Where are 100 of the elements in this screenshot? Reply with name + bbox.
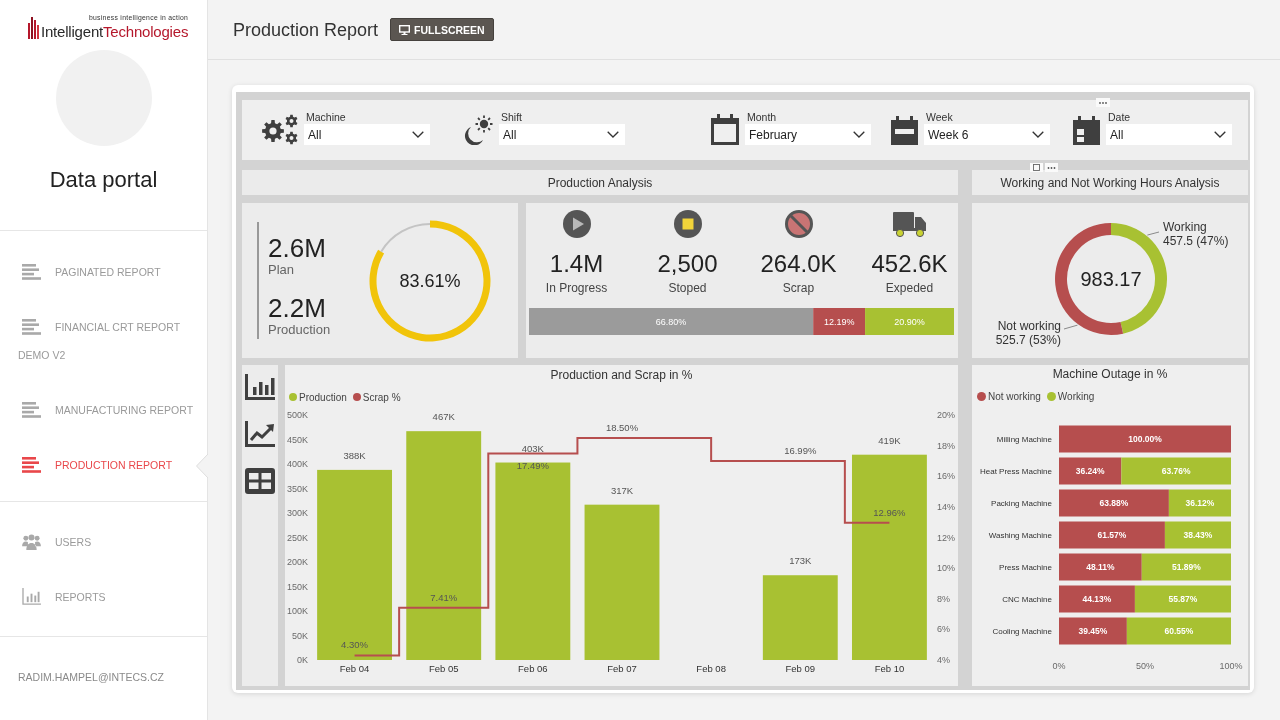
filter-dropdown[interactable]: All [304,124,430,145]
data-label: 100.00% [1128,434,1162,444]
calendar-icon [891,116,918,145]
logo-wordmark: IntelligentTechnologies [41,22,189,42]
status-label: Scrap [782,281,815,295]
category-label: Feb 08 [696,663,726,674]
axis-tick-label: 400K [286,459,308,469]
filter-dropdown[interactable]: All [1106,124,1232,145]
leader-line [1146,231,1160,236]
data-label: 20.90% [894,316,925,327]
portal-title: Data portal [49,167,158,193]
axis-tick-label: 50K [292,630,308,641]
axis-tick-label: 14% [937,501,955,512]
filter-dropdown[interactable]: February [745,124,871,145]
filter-label: Machine [305,111,346,124]
legend-label: Scrap % [362,391,401,403]
chevron-down-icon [607,131,619,138]
donut-value: 525.7 (53%) [995,333,1061,347]
legend-label: Not working [988,390,1041,402]
prohibited-icon [784,210,813,238]
data-label: 388K [343,449,366,461]
axis-tick-label: 350K [286,483,308,494]
truck-icon [892,210,927,238]
kpi-value: 2.6M [268,233,326,263]
axis-tick-label: 16% [937,471,955,482]
filter-dropdown[interactable]: Week 6 [924,124,1050,145]
category-label: Feb 04 [339,663,370,674]
donut-value: 457.5 (47%) [1163,234,1229,248]
filter-label: Shift [500,111,522,124]
calendar-icon [711,114,739,145]
user-email: RADIM.HAMPEL@INTECS.CZ [17,670,165,684]
axis-tick-label: 6% [937,624,950,635]
category-label: Cooling Machine [992,627,1052,636]
category-label: Milling Machine [996,435,1052,444]
axis-tick-label: 8% [937,593,950,604]
chart-title: Production and Scrap in % [550,367,693,384]
status-value: 264.0K [760,250,837,278]
calendar-icon [1073,116,1100,145]
category-label: Packing Machine [991,499,1052,508]
data-label: 63.88% [1099,498,1129,508]
category-label: Heat Press Machine [979,467,1052,476]
bar-chart-icon [22,588,41,606]
chevron-down-icon [1032,131,1044,138]
data-label: 48.11% [1086,562,1115,572]
category-label: CNC Machine [1002,595,1052,604]
status-label: Stoped [668,281,707,295]
axis-tick-label: 20% [937,410,955,420]
section-title: Production Analysis [547,175,653,190]
kpi-label: Production [268,323,331,337]
category-label: Feb 07 [607,663,637,674]
axis-tick-label: 450K [286,434,308,445]
status-value: 2,500 [657,250,718,278]
page-title: Production Report [233,18,379,41]
data-label: 173K [789,555,812,567]
data-label: 16.99% [784,445,817,457]
fullscreen-button[interactable]: FULLSCREEN [390,18,494,41]
data-label: 36.24% [1075,466,1105,476]
axis-tick-label: 12% [937,532,955,543]
line-chart-icon[interactable] [245,421,275,447]
logo-icon [28,17,39,39]
donut-label: Not working [997,319,1061,333]
axis-tick-label: 0% [1052,661,1066,671]
data-label: 403K [521,442,544,454]
data-label: 44.13% [1082,594,1112,604]
axis-tick-label: 500K [286,410,308,420]
data-label: 51.89% [1171,562,1201,572]
more-options-icon[interactable] [1045,163,1058,172]
axis-tick-label: 18% [937,440,955,451]
nav-item[interactable]: PRODUCTION REPORT [0,438,207,493]
legend-label: Production [299,391,347,403]
donut-label: Working [1163,220,1207,234]
filter-dropdown[interactable]: All [499,124,625,145]
category-label: Feb 10 [874,663,905,674]
table-icon[interactable] [245,468,275,494]
gauge-reading: 83.61% [399,270,461,291]
axis-tick-label: 250K [286,532,308,543]
donut-total: 983.17 [1080,268,1142,290]
data-label: 66.80% [655,316,687,327]
data-label: 61.57% [1097,530,1127,540]
leader-line [1063,324,1078,330]
users-icon [22,533,41,550]
data-label: 7.41% [430,591,458,603]
section-title: Working and Not Working Hours Analysis [1000,175,1220,190]
more-options-icon[interactable] [1096,98,1110,107]
axis-tick-label: 4% [937,655,950,665]
chart-title: Machine Outage in % [1052,366,1168,383]
category-label: Press Machine [999,563,1052,572]
bar-chart-icon[interactable] [245,374,275,400]
gears-icon [262,113,298,145]
data-label: 419K [878,434,901,446]
data-label: 12.19% [823,316,855,327]
chevron-down-icon [853,131,865,138]
axis-tick-label: 150K [286,581,308,592]
filter-label: Week [925,111,953,124]
kpi-value: 2.2M [268,293,326,323]
axis-tick-label: 50% [1136,661,1154,671]
legend-label: Working [1057,390,1095,402]
focus-mode-icon[interactable] [1030,163,1043,172]
chevron-down-icon [412,131,424,138]
axis-tick-label: 300K [286,508,308,518]
